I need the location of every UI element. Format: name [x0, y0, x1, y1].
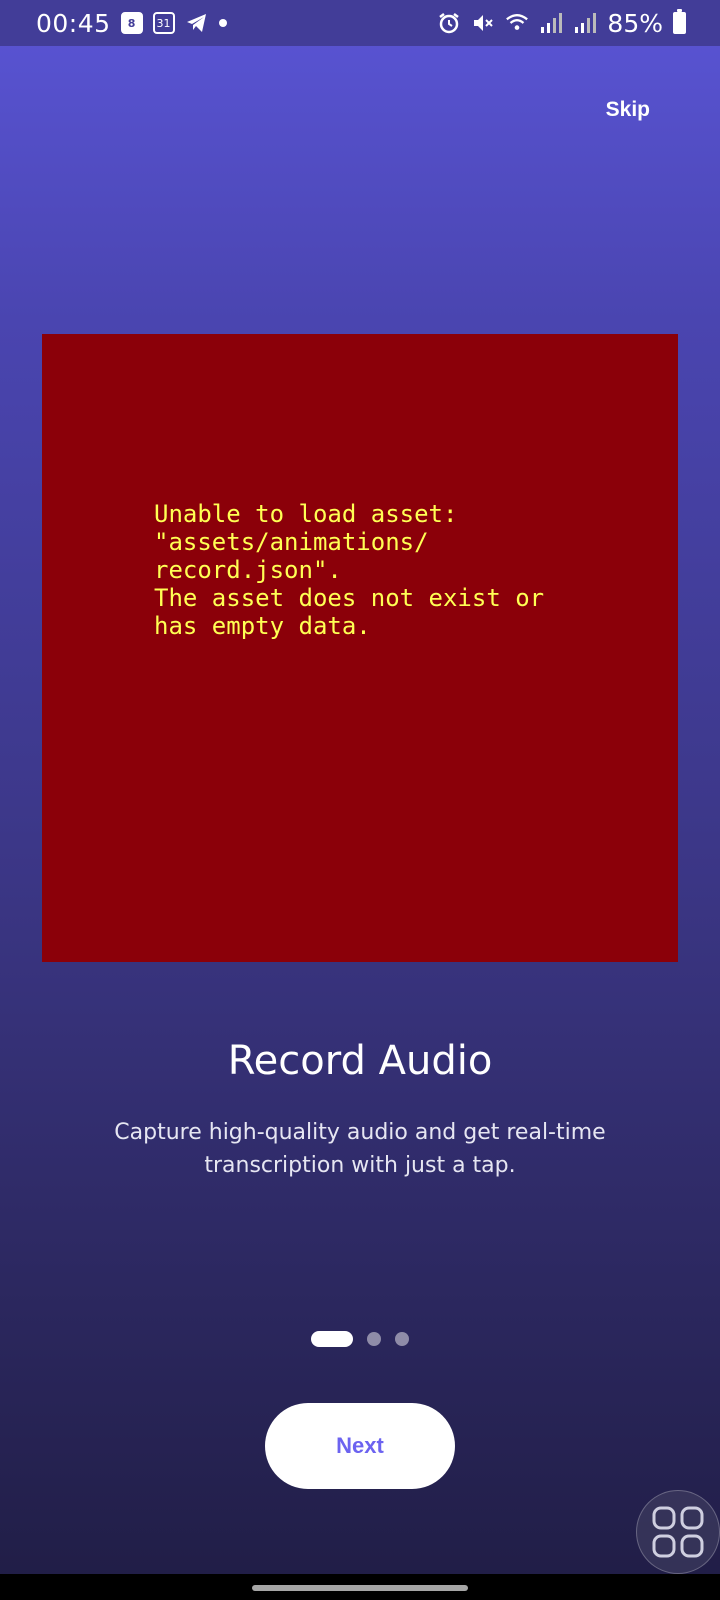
page-indicator	[0, 1331, 720, 1347]
page-indicator-dot-2[interactable]	[367, 1332, 381, 1346]
page-indicator-dot-1[interactable]	[311, 1331, 353, 1347]
error-message: Unable to load asset: "assets/animations…	[154, 500, 545, 640]
battery-icon	[673, 9, 686, 34]
battery-percent: 85%	[607, 8, 663, 38]
status-time: 00:45	[36, 8, 111, 38]
date-notification-icon: 31	[152, 12, 175, 34]
alarm-icon	[437, 11, 461, 35]
status-left: 00:45 8 31	[36, 9, 227, 38]
signal-icon-2	[573, 11, 597, 35]
status-right: 85%	[437, 9, 686, 38]
page-indicator-dot-3[interactable]	[395, 1332, 409, 1346]
calendar-notification-icon: 8	[120, 12, 143, 34]
next-button[interactable]: Next	[265, 1403, 455, 1489]
animation-error-panel: Unable to load asset: "assets/animations…	[42, 334, 678, 962]
signal-icon-1	[539, 11, 563, 35]
home-indicator[interactable]	[252, 1585, 468, 1591]
mute-icon	[471, 11, 495, 35]
wifi-icon	[505, 11, 529, 35]
status-bar: 00:45 8 31 85%	[0, 0, 720, 46]
navigation-bar	[0, 1574, 720, 1600]
page-description: Capture high-quality audio and get real-…	[114, 1120, 606, 1178]
more-notifications-dot-icon	[218, 19, 227, 27]
page-title: Record Audio	[227, 1038, 493, 1084]
floating-apps-button[interactable]	[636, 1490, 720, 1574]
skip-button[interactable]: Skip	[606, 98, 650, 122]
telegram-icon	[185, 11, 209, 35]
grid-icon	[652, 1506, 704, 1558]
